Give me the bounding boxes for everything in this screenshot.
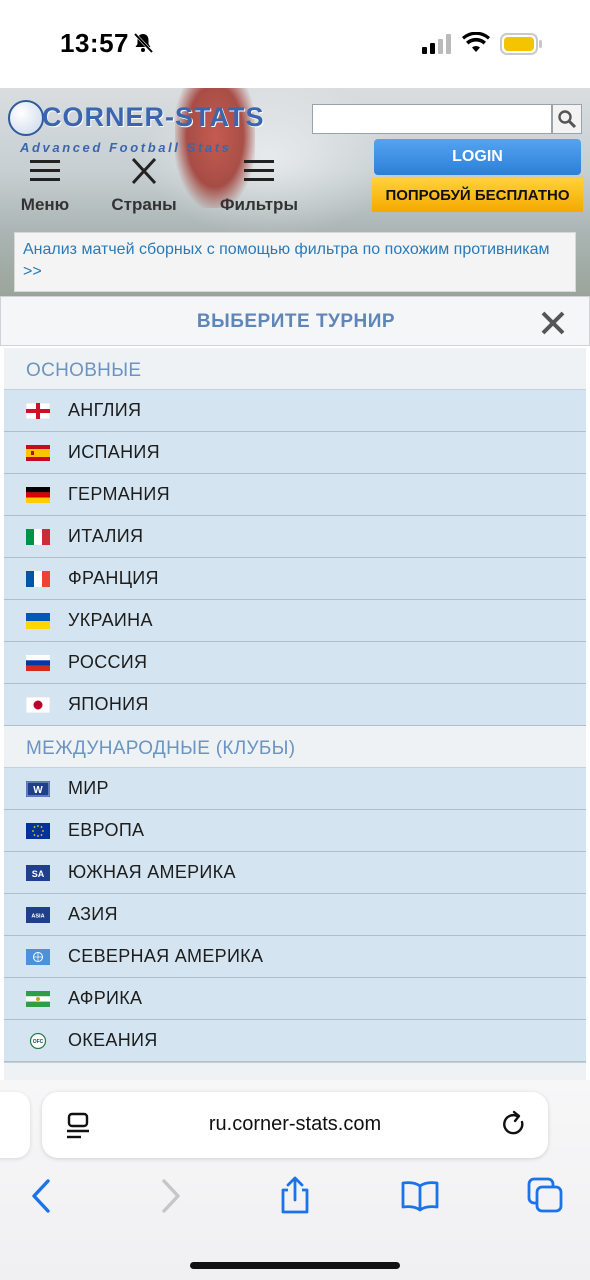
close-icon[interactable] <box>539 309 567 337</box>
list-item-label: СЕВЕРНАЯ АМЕРИКА <box>68 946 264 966</box>
filter-menu-icon <box>244 160 274 181</box>
logo-ball-icon <box>8 100 44 136</box>
list-item[interactable]: OFC ОКЕАНИЯ <box>4 1020 586 1062</box>
list-item-label: ГЕРМАНИЯ <box>68 484 170 504</box>
promo-link[interactable]: Анализ матчей сборных с помощью фильтра … <box>14 232 576 292</box>
list-item-label: ОКЕАНИЯ <box>68 1030 158 1050</box>
list-item-label: ЯПОНИЯ <box>68 694 149 714</box>
italy-flag-icon <box>26 528 50 545</box>
url-text: ru.corner-stats.com <box>208 1113 382 1135</box>
home-indicator[interactable] <box>190 1262 400 1269</box>
list-continuation <box>4 1062 586 1080</box>
list-item[interactable]: ЕВРОПА <box>4 810 586 852</box>
nav-countries-button[interactable]: Страны <box>106 157 182 214</box>
list-item[interactable]: ASIA АЗИЯ <box>4 894 586 936</box>
reload-icon[interactable] <box>500 1110 528 1140</box>
list-item[interactable]: ИТАЛИЯ <box>4 516 586 558</box>
search-button[interactable] <box>552 104 582 134</box>
spain-flag-icon <box>26 444 50 461</box>
panel-title: ВЫБЕРИТЕ ТУРНИР <box>196 311 396 332</box>
site-header: CORNER-STATS Advanced Football Stats LOG… <box>0 88 590 296</box>
share-icon[interactable] <box>275 1176 315 1216</box>
browser-toolbar: ru.corner-stats.com <box>0 1080 590 1280</box>
tabs-icon[interactable] <box>526 1176 566 1216</box>
ukraine-flag-icon <box>26 612 50 629</box>
address-bar[interactable]: ru.corner-stats.com <box>42 1092 548 1158</box>
list-item-label: ФРАНЦИЯ <box>68 568 159 588</box>
svg-text:OFC: OFC <box>33 1039 44 1045</box>
list-item[interactable]: ГЕРМАНИЯ <box>4 474 586 516</box>
svg-text:SA: SA <box>32 869 45 879</box>
tournament-list: ОСНОВНЫЕ АНГЛИЯ ИСПАНИЯ ГЕРМАНИЯ ИТАЛИЯ … <box>4 348 586 1062</box>
nav-filters-button[interactable]: Фильтры <box>214 158 304 214</box>
status-time: 13:57 <box>60 28 129 58</box>
list-item-label: УКРАИНА <box>68 610 153 630</box>
free-trial-button[interactable]: ПОПРОБУЙ БЕСПЛАТНО <box>372 178 583 212</box>
england-flag-icon <box>26 402 50 419</box>
forward-icon[interactable] <box>150 1176 190 1216</box>
list-item[interactable]: ЯПОНИЯ <box>4 684 586 726</box>
cellular-signal-icon <box>422 34 451 54</box>
list-item[interactable]: SA ЮЖНАЯ АМЕРИКА <box>4 852 586 894</box>
list-item-label: РОССИЯ <box>68 652 148 672</box>
nav-menu-button[interactable]: Меню <box>14 158 76 214</box>
mute-bell-icon <box>133 32 154 54</box>
list-item[interactable]: УКРАИНА <box>4 600 586 642</box>
list-item-label: ЮЖНАЯ АМЕРИКА <box>68 862 236 882</box>
list-item[interactable]: W МИР <box>4 768 586 810</box>
svg-text:ASIA: ASIA <box>31 913 44 919</box>
site-logo[interactable]: CORNER-STATS Advanced Football Stats <box>8 96 268 158</box>
list-item-label: МИР <box>68 778 109 798</box>
previous-tab-preview[interactable] <box>0 1092 30 1158</box>
svg-text:W: W <box>33 785 43 796</box>
list-item-label: ИСПАНИЯ <box>68 442 160 462</box>
list-item-label: АФРИКА <box>68 988 143 1008</box>
list-item[interactable]: СЕВЕРНАЯ АМЕРИКА <box>4 936 586 978</box>
russia-flag-icon <box>26 654 50 671</box>
list-item[interactable]: АФРИКА <box>4 978 586 1020</box>
status-bar: 13:57 <box>0 0 590 88</box>
world-badge-icon: W <box>26 780 50 797</box>
nav-filters-label: Фильтры <box>220 195 298 214</box>
battery-icon <box>500 33 542 55</box>
germany-flag-icon <box>26 486 50 503</box>
oceania-badge-icon: OFC <box>26 1032 50 1049</box>
north-america-flag-icon <box>26 948 50 965</box>
south-america-badge-icon: SA <box>26 864 50 881</box>
nav-countries-label: Страны <box>111 195 177 214</box>
login-button[interactable]: LOGIN <box>374 139 581 175</box>
list-item[interactable]: ФРАНЦИЯ <box>4 558 586 600</box>
bookmarks-icon[interactable] <box>400 1176 440 1216</box>
panel-header: ВЫБЕРИТЕ ТУРНИР <box>0 296 590 346</box>
africa-flag-icon <box>26 990 50 1007</box>
list-item-label: ЕВРОПА <box>68 820 145 840</box>
logo-tagline: Advanced Football Stats <box>20 140 232 155</box>
section-header-main: ОСНОВНЫЕ <box>4 348 586 390</box>
section-header-international: МЕЖДУНАРОДНЫЕ (КЛУБЫ) <box>4 726 586 768</box>
list-item-label: АЗИЯ <box>68 904 118 924</box>
list-item[interactable]: ИСПАНИЯ <box>4 432 586 474</box>
wifi-icon <box>462 32 490 52</box>
list-item[interactable]: АНГЛИЯ <box>4 390 586 432</box>
close-x-icon <box>131 157 157 185</box>
list-item-label: ИТАЛИЯ <box>68 526 144 546</box>
search-icon <box>558 110 577 129</box>
logo-text: CORNER-STATS <box>42 102 265 132</box>
search-input[interactable] <box>312 104 552 134</box>
list-item-label: АНГЛИЯ <box>68 400 142 420</box>
france-flag-icon <box>26 570 50 587</box>
tournament-panel: ВЫБЕРИТЕ ТУРНИР ОСНОВНЫЕ АНГЛИЯ ИСПАНИЯ <box>0 296 590 1080</box>
nav-menu-label: Меню <box>20 195 70 214</box>
europe-flag-icon <box>26 822 50 839</box>
list-item[interactable]: РОССИЯ <box>4 642 586 684</box>
hamburger-menu-icon <box>30 160 60 181</box>
asia-badge-icon: ASIA <box>26 906 50 923</box>
back-icon[interactable] <box>22 1176 62 1216</box>
japan-flag-icon <box>26 696 50 713</box>
